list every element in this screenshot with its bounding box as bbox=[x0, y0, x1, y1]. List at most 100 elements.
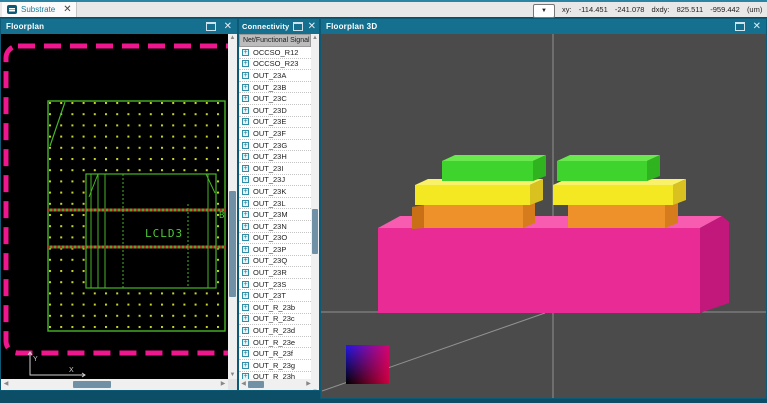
expand-plus-icon[interactable] bbox=[242, 118, 249, 125]
signal-row[interactable]: OUT_23K bbox=[239, 186, 311, 198]
expand-plus-icon[interactable] bbox=[242, 292, 249, 299]
scroll-left-icon[interactable]: ◀ bbox=[240, 379, 247, 390]
signal-row[interactable]: OUT_23C bbox=[239, 93, 311, 105]
signal-row[interactable]: OUT_23Q bbox=[239, 256, 311, 268]
expand-plus-icon[interactable] bbox=[242, 315, 249, 322]
expand-plus-icon[interactable] bbox=[242, 60, 249, 67]
expand-plus-icon[interactable] bbox=[242, 257, 249, 264]
signal-label: OUT_R_23e bbox=[253, 338, 295, 347]
expand-plus-icon[interactable] bbox=[242, 142, 249, 149]
scene-3d-canvas[interactable] bbox=[321, 34, 766, 398]
signal-row[interactable]: OUT_23E bbox=[239, 117, 311, 129]
expand-plus-icon[interactable] bbox=[242, 362, 249, 369]
signal-label: OCCSO_R23 bbox=[253, 59, 298, 68]
signal-label: OUT_23R bbox=[253, 268, 287, 277]
close-panel-icon[interactable]: ✕ bbox=[308, 22, 316, 32]
floorplan-vertical-scrollbar[interactable]: ▲ ▼ bbox=[228, 34, 237, 379]
die-stack-right[interactable] bbox=[553, 155, 686, 228]
signal-label: OUT_R_23c bbox=[253, 314, 295, 323]
scrollbar-thumb[interactable] bbox=[73, 381, 111, 388]
connectivity-panel-header[interactable]: Connectivity ✕ bbox=[239, 19, 319, 34]
expand-plus-icon[interactable] bbox=[242, 339, 249, 346]
signal-row[interactable]: OUT_23F bbox=[239, 128, 311, 140]
tab-substrate[interactable]: Substrate ✕ bbox=[2, 2, 77, 17]
expand-plus-icon[interactable] bbox=[242, 153, 249, 160]
connectivity-vertical-scrollbar[interactable]: ▲ ▼ bbox=[311, 34, 319, 390]
expand-plus-icon[interactable] bbox=[242, 130, 249, 137]
expand-plus-icon[interactable] bbox=[242, 223, 249, 230]
expand-plus-icon[interactable] bbox=[242, 269, 249, 276]
floorplan-panel-header[interactable]: Floorplan ✕ bbox=[1, 19, 237, 34]
signal-row[interactable]: OUT_23B bbox=[239, 82, 311, 94]
signal-row[interactable]: OUT_23M bbox=[239, 209, 311, 221]
net-column-header[interactable]: Net/Functional Signal bbox=[239, 34, 311, 47]
signal-row[interactable]: OUT_R_23e bbox=[239, 337, 311, 349]
signal-row[interactable]: OUT_23P bbox=[239, 244, 311, 256]
expand-plus-icon[interactable] bbox=[242, 304, 249, 311]
signal-row[interactable]: OUT_23G bbox=[239, 140, 311, 152]
scrollbar-thumb[interactable] bbox=[312, 209, 318, 254]
floorplan3d-viewport[interactable] bbox=[321, 34, 766, 398]
signal-row[interactable]: OUT_R_23f bbox=[239, 348, 311, 360]
signal-row[interactable]: OUT_R_23c bbox=[239, 314, 311, 326]
float-panel-icon[interactable] bbox=[735, 22, 745, 31]
signal-row[interactable]: OCCSO_R12 bbox=[239, 47, 311, 59]
scrollbar-thumb[interactable] bbox=[248, 381, 264, 388]
float-panel-icon[interactable] bbox=[293, 22, 303, 31]
expand-plus-icon[interactable] bbox=[242, 281, 249, 288]
signal-row[interactable]: OUT_23I bbox=[239, 163, 311, 175]
signal-row[interactable]: OUT_23O bbox=[239, 233, 311, 245]
signal-row[interactable]: OUT_R_23b bbox=[239, 302, 311, 314]
signal-row[interactable]: OUT_R_23d bbox=[239, 325, 311, 337]
signal-list: OCCSO_R12OCCSO_R23OUT_23AOUT_23BOUT_23CO… bbox=[239, 47, 311, 379]
expand-plus-icon[interactable] bbox=[242, 95, 249, 102]
floorplan-canvas[interactable]: LCLD3 B Y X bbox=[1, 34, 228, 379]
axis-x-label: X bbox=[69, 367, 74, 374]
expand-plus-icon[interactable] bbox=[242, 72, 249, 79]
signal-row[interactable]: OUT_R_23g bbox=[239, 360, 311, 372]
expand-plus-icon[interactable] bbox=[242, 327, 249, 334]
signal-row[interactable]: OUT_23T bbox=[239, 290, 311, 302]
scroll-down-icon[interactable]: ▼ bbox=[228, 371, 237, 379]
expand-plus-icon[interactable] bbox=[242, 188, 249, 195]
signal-row[interactable]: OUT_23H bbox=[239, 151, 311, 163]
die-stack-left[interactable] bbox=[412, 155, 546, 229]
expand-plus-icon[interactable] bbox=[242, 176, 249, 183]
signal-row[interactable]: OUT_R_23h bbox=[239, 372, 311, 379]
orientation-color-legend[interactable] bbox=[346, 345, 389, 384]
float-panel-icon[interactable] bbox=[206, 22, 216, 31]
expand-plus-icon[interactable] bbox=[242, 84, 249, 91]
scroll-up-icon[interactable]: ▲ bbox=[311, 34, 319, 42]
scroll-up-icon[interactable]: ▲ bbox=[228, 34, 237, 42]
expand-plus-icon[interactable] bbox=[242, 234, 249, 241]
signal-row[interactable]: OUT_23J bbox=[239, 175, 311, 187]
signal-row[interactable]: OUT_23D bbox=[239, 105, 311, 117]
expand-plus-icon[interactable] bbox=[242, 165, 249, 172]
floorplan3d-panel-header[interactable]: Floorplan 3D ✕ bbox=[321, 19, 766, 34]
scroll-right-icon[interactable]: ▶ bbox=[305, 379, 312, 390]
scroll-left-icon[interactable]: ◀ bbox=[2, 379, 10, 390]
signal-row[interactable]: OUT_23S bbox=[239, 279, 311, 291]
close-panel-icon[interactable]: ✕ bbox=[224, 22, 232, 32]
expand-plus-icon[interactable] bbox=[242, 350, 249, 357]
expand-plus-icon[interactable] bbox=[242, 211, 249, 218]
substrate-box-3d[interactable] bbox=[378, 216, 729, 313]
floorplan-viewport[interactable]: LCLD3 B Y X ▲ ▼ ◀ ▶ bbox=[1, 34, 237, 390]
signal-row[interactable]: OUT_23A bbox=[239, 70, 311, 82]
signal-label: OUT_23P bbox=[253, 245, 286, 254]
signal-row[interactable]: OCCSO_R23 bbox=[239, 59, 311, 71]
expand-plus-icon[interactable] bbox=[242, 49, 249, 56]
signal-row[interactable]: OUT_23N bbox=[239, 221, 311, 233]
scroll-right-icon[interactable]: ▶ bbox=[219, 379, 227, 390]
close-panel-icon[interactable]: ✕ bbox=[753, 22, 761, 32]
expand-plus-icon[interactable] bbox=[242, 107, 249, 114]
signal-row[interactable]: OUT_23L bbox=[239, 198, 311, 210]
signal-row[interactable]: OUT_23R bbox=[239, 267, 311, 279]
expand-plus-icon[interactable] bbox=[242, 200, 249, 207]
scrollbar-thumb[interactable] bbox=[229, 191, 236, 297]
tab-close-icon[interactable]: ✕ bbox=[63, 6, 71, 14]
expand-plus-icon[interactable] bbox=[242, 246, 249, 253]
floorplan-horizontal-scrollbar[interactable]: ◀ ▶ bbox=[1, 379, 228, 390]
connectivity-horizontal-scrollbar[interactable]: ◀ ▶ bbox=[239, 379, 313, 390]
coords-dropdown-button[interactable]: ▼ bbox=[533, 4, 555, 18]
